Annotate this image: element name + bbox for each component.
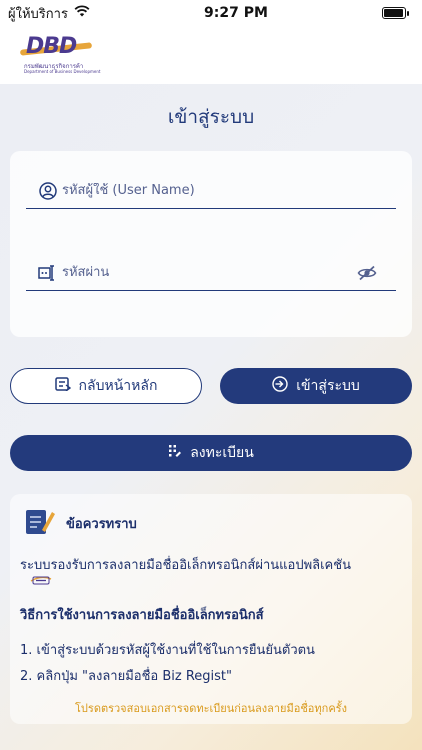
password-icon [38,263,58,283]
password-input[interactable] [62,265,356,280]
info-support-text: ระบบรองรับการลงลายมือชื่ออิเล็กทรอนิกส์ผ… [20,558,351,573]
page-title: เข้าสู่ระบบ [167,106,255,128]
info-header: ข้อควรทราบ [24,506,137,540]
password-field [26,255,396,291]
battery-icon [382,7,409,19]
document-pen-icon [24,506,56,540]
register-icon [168,444,182,462]
back-home-label: กลับหน้าหลัก [78,378,158,394]
info-title: ข้อควรทราบ [66,516,137,532]
user-icon [38,181,58,201]
carrier-label: ผู้ให้บริการ [8,6,68,22]
dbd-mini-logo-icon [30,572,52,591]
info-how-title: วิธีการใช้งานการลงลายมือชื่ออิเล็กทรอนิก… [20,608,264,623]
battery-fill [384,9,403,17]
home-list-icon [54,377,71,395]
username-field [26,173,396,209]
back-home-button[interactable]: กลับหน้าหลัก [10,368,202,404]
register-button[interactable]: ลงทะเบียน [10,435,412,471]
info-step-2: 2. คลิกปุ่ม "ลงลายมือชื่อ Biz Regist" [20,669,232,684]
register-label: ลงทะเบียน [190,445,254,461]
login-icon [272,376,288,396]
main-content: เข้าสู่ระบบ กลับหน้าหลัก เข้าสู่ระบบ [0,84,422,750]
status-time: 9:27 PM [204,5,268,21]
eye-off-icon[interactable] [356,262,378,284]
wifi-icon [74,5,90,21]
info-step-1: 1. เข้าสู่ระบบด้วยรหัสผู้ใช้งานที่ใช้ในก… [20,643,315,658]
status-bar: ผู้ให้บริการ 9:27 PM [0,0,422,26]
logo-subtitle-en: Department of Business Development [24,69,101,74]
login-button[interactable]: เข้าสู่ระบบ [220,368,412,404]
app-header: DBD กรมพัฒนาธุรกิจการค้า Department of B… [0,26,422,84]
logo-text: DBD [26,34,77,59]
info-note: โปรดตรวจสอบเอกสารจดทะเบียนก่อนลงลายมือชื… [75,702,347,715]
status-left: ผู้ให้บริการ [8,3,90,24]
login-label: เข้าสู่ระบบ [296,378,360,394]
username-input[interactable] [62,183,396,198]
info-card: ข้อควรทราบ ระบบรองรับการลงลายมือชื่ออิเล… [10,494,412,724]
dbd-logo: DBD กรมพัฒนาธุรกิจการค้า Department of B… [18,30,100,76]
login-card [10,151,412,337]
